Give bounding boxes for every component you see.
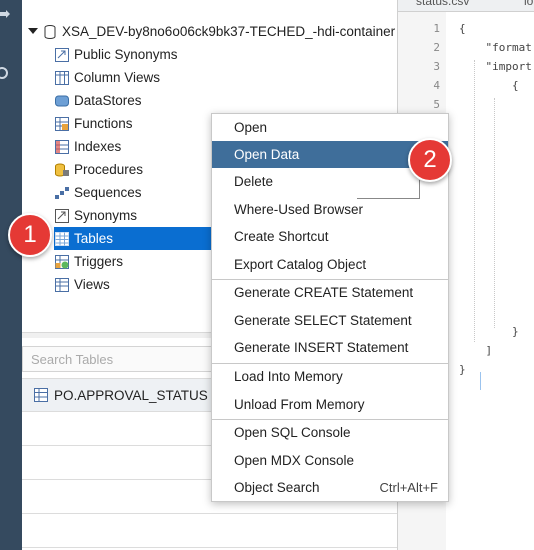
- menu-item-generate-create[interactable]: Generate CREATE Statement: [212, 279, 448, 306]
- code-line: {: [459, 79, 519, 92]
- datastores-icon: [54, 93, 70, 109]
- synonyms-icon: [54, 208, 70, 224]
- views-icon: [54, 277, 70, 293]
- menu-item-unload-memory[interactable]: Unload From Memory: [212, 391, 448, 418]
- tree-item-label: Tables: [74, 231, 114, 246]
- tree-item-label: Triggers: [74, 254, 124, 269]
- menu-item-generate-insert[interactable]: Generate INSERT Statement: [212, 334, 448, 361]
- code-line: }: [459, 325, 519, 338]
- tab-second[interactable]: lo: [524, 0, 533, 11]
- menu-item-load-memory[interactable]: Load Into Memory: [212, 363, 448, 390]
- code-line: "import: [459, 60, 532, 73]
- public-synonyms-icon: [54, 47, 70, 63]
- tree-item-public-synonyms[interactable]: Public Synonyms: [54, 43, 398, 66]
- share-icon[interactable]: [0, 6, 22, 28]
- code-line: "format: [459, 41, 532, 54]
- procedures-icon: [54, 162, 70, 178]
- tree-item-label: DataStores: [74, 93, 142, 108]
- tables-icon: [54, 231, 70, 247]
- sequences-icon: [54, 185, 70, 201]
- table-icon: [34, 388, 48, 402]
- triggers-icon: [54, 254, 70, 270]
- table-name: PO.APPROVAL_STATUS: [54, 387, 208, 403]
- editor-tabs: status.csv lo: [398, 0, 534, 12]
- tree-item-label: Indexes: [74, 139, 122, 154]
- text-cursor: [480, 372, 481, 390]
- indexes-icon: [54, 139, 70, 155]
- menu-item-create-shortcut[interactable]: Create Shortcut: [212, 223, 448, 250]
- code-line: }: [459, 363, 466, 376]
- menu-item-open-mdx-console[interactable]: Open MDX Console: [212, 447, 448, 474]
- tooltip-fragment: [357, 180, 420, 199]
- menu-item-object-search[interactable]: Object Search Ctrl+Alt+F: [212, 474, 448, 501]
- tree-item-label: Sequences: [74, 185, 142, 200]
- menu-item-export-catalog[interactable]: Export Catalog Object: [212, 251, 448, 278]
- line-number: 2: [433, 41, 440, 54]
- functions-icon: [54, 116, 70, 132]
- menu-item-open-sql-console[interactable]: Open SQL Console: [212, 419, 448, 446]
- step-badge-2: 2: [408, 138, 452, 182]
- menu-item-where-used[interactable]: Where-Used Browser: [212, 196, 448, 223]
- code-editor[interactable]: { "format "import { } ] }: [446, 12, 534, 550]
- tree-root-label: XSA_DEV-by8no6o06ck9bk37-TECHED_-hdi-con…: [62, 24, 396, 39]
- tree-item-label: Procedures: [74, 162, 144, 177]
- step-badge-1: 1: [8, 213, 52, 257]
- settings-icon[interactable]: [0, 62, 22, 84]
- tree-item-column-views[interactable]: Column Views: [54, 66, 398, 89]
- code-line: ]: [459, 344, 493, 357]
- tab-status-csv[interactable]: status.csv: [416, 0, 469, 11]
- tree-root-container[interactable]: XSA_DEV-by8no6o06ck9bk37-TECHED_-hdi-con…: [22, 20, 398, 43]
- shortcut-hint: Ctrl+Alt+F: [379, 480, 438, 495]
- app-sidebar: [0, 0, 22, 550]
- menu-item-generate-select[interactable]: Generate SELECT Statement: [212, 307, 448, 334]
- tree-item-label: Column Views: [74, 70, 161, 85]
- line-number: 1: [433, 22, 440, 35]
- tree-item-datastores[interactable]: DataStores: [54, 89, 398, 112]
- menu-item-open[interactable]: Open: [212, 114, 448, 141]
- column-views-icon: [54, 70, 70, 86]
- tree-item-label: Views: [74, 277, 110, 292]
- indent-guide: [494, 98, 495, 328]
- line-number: 5: [433, 98, 440, 111]
- database-icon: [42, 24, 58, 40]
- tree-item-label: Public Synonyms: [74, 47, 178, 62]
- menu-item-label: Object Search: [234, 480, 320, 495]
- search-tables-input[interactable]: Search Tables: [22, 346, 232, 372]
- tree-item-label: Synonyms: [74, 208, 138, 223]
- line-number: 4: [433, 79, 440, 92]
- code-line: {: [459, 22, 466, 35]
- tree-item-label: Functions: [74, 116, 133, 131]
- caret-down-icon[interactable]: [28, 24, 38, 39]
- indent-guide: [474, 60, 475, 342]
- table-row[interactable]: [22, 514, 398, 548]
- line-number: 3: [433, 60, 440, 73]
